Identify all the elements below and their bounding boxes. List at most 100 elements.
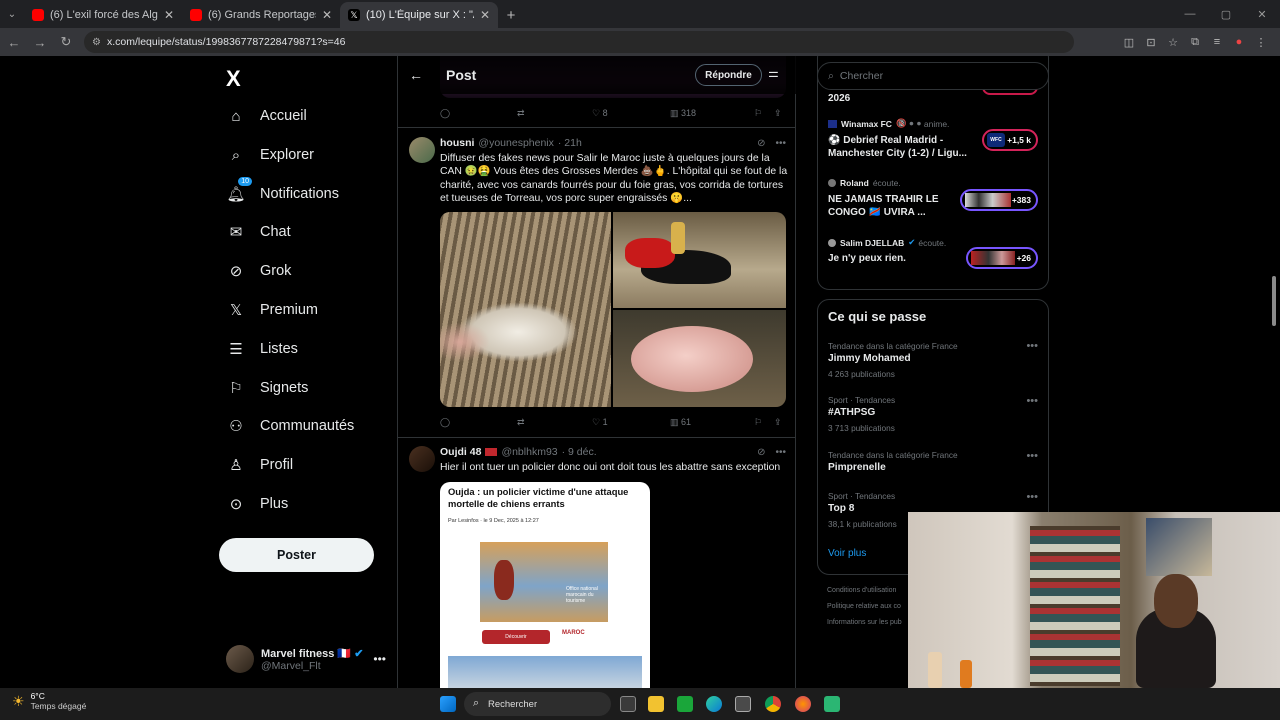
- share-icon[interactable]: ⇪: [774, 108, 782, 119]
- search-input[interactable]: ⌕ Chercher: [817, 62, 1049, 90]
- profile-avatar-icon[interactable]: ●: [1228, 31, 1250, 53]
- see-more-link[interactable]: Voir plus: [828, 548, 866, 559]
- forward-icon[interactable]: →: [28, 30, 52, 54]
- more-icon[interactable]: •••: [1026, 395, 1038, 407]
- space-host[interactable]: Salim DJELLAB ✔ écoute.: [828, 237, 946, 248]
- like-button[interactable]: ♡ 1: [592, 417, 670, 428]
- space-listeners-pill[interactable]: +383: [960, 189, 1038, 211]
- views-button[interactable]: ▥ 61: [670, 417, 754, 428]
- tweet-time[interactable]: · 9 déc.: [562, 446, 597, 458]
- browser-tab-active[interactable]: 𝕏 (10) L'Équipe sur X : "À quelque ✕: [340, 2, 498, 28]
- close-tab-icon[interactable]: ✕: [322, 8, 332, 22]
- reply-button[interactable]: Répondre: [695, 64, 762, 86]
- author-name[interactable]: Oujdi 48: [440, 446, 481, 458]
- file-explorer-icon[interactable]: [648, 696, 664, 712]
- grok-icon[interactable]: ⊘: [757, 138, 765, 149]
- retweet-icon[interactable]: ⇄: [517, 417, 592, 428]
- grok-icon[interactable]: ⊘: [757, 447, 765, 458]
- author-handle[interactable]: @younesphenix: [478, 137, 553, 149]
- bookmark-icon[interactable]: ⚐: [754, 108, 774, 119]
- reload-icon[interactable]: ↻: [54, 30, 78, 54]
- space-title[interactable]: NE JAMAIS TRAHIR LE CONGO 🇨🇩 UVIRA ...: [828, 193, 973, 219]
- space-host[interactable]: Winamax FC 🔞 ● ● anime.: [828, 118, 949, 129]
- browser-tab[interactable]: (6) Grands Reportages - Les esc ✕: [182, 2, 340, 28]
- like-button[interactable]: ♡ 8: [592, 108, 670, 119]
- nav-premium[interactable]: 𝕏 Premium: [226, 295, 318, 325]
- nvidia-icon[interactable]: [677, 696, 693, 712]
- space-listeners-pill[interactable]: +26: [966, 247, 1038, 269]
- nav-bookmarks[interactable]: ⚐ Signets: [226, 373, 308, 403]
- space-title[interactable]: Je n'y peux rien.: [828, 252, 973, 265]
- close-window-icon[interactable]: ✕: [1244, 0, 1280, 28]
- account-switcher[interactable]: Marvel fitness 🇫🇷 ✔ @Marvel_Flt •••: [226, 641, 396, 677]
- views-button[interactable]: ▥ 318: [670, 108, 754, 119]
- more-icon[interactable]: •••: [775, 138, 786, 149]
- minimize-icon[interactable]: —: [1172, 0, 1208, 28]
- more-icon[interactable]: •••: [775, 447, 786, 458]
- tab-search-icon[interactable]: ⌄: [0, 0, 24, 28]
- space-title[interactable]: 2026: [828, 92, 973, 105]
- footer-link[interactable]: Conditions d'utilisation: [827, 587, 896, 594]
- back-arrow-icon[interactable]: ←: [398, 67, 434, 83]
- avatar[interactable]: [409, 446, 435, 472]
- browser-tab[interactable]: (6) L'exil forcé des Algériens en ✕: [24, 2, 182, 28]
- nav-home[interactable]: ⌂ Accueil: [226, 101, 306, 131]
- site-info-icon[interactable]: ⚙: [92, 37, 101, 48]
- nav-chat[interactable]: ✉ Chat: [226, 217, 291, 247]
- share-icon[interactable]: ⇪: [774, 417, 782, 428]
- tweet-media-article[interactable]: Oujda : un policier victime d'une attaqu…: [440, 482, 650, 688]
- more-icon[interactable]: •••: [1026, 450, 1038, 462]
- nav-communities[interactable]: ⚇ Communautés: [226, 411, 354, 441]
- nav-grok[interactable]: ⊘ Grok: [226, 256, 292, 286]
- bookmark-icon[interactable]: ⚐: [754, 417, 774, 428]
- space-title[interactable]: ⚽ Debrief Real Madrid - Manchester City …: [828, 134, 973, 160]
- task-view-icon[interactable]: [620, 696, 636, 712]
- tweet-time[interactable]: · 21h: [558, 137, 582, 149]
- media-photo-goose[interactable]: [440, 212, 611, 407]
- filter-icon[interactable]: ⚌: [768, 66, 779, 80]
- author-handle[interactable]: @nblhkm93: [501, 446, 557, 458]
- reply-icon[interactable]: ◯: [440, 417, 517, 428]
- menu-icon[interactable]: ⋮: [1250, 31, 1272, 53]
- edge-icon[interactable]: [706, 696, 722, 712]
- media-photo-bullfight[interactable]: [613, 212, 786, 308]
- more-icon[interactable]: •••: [1026, 491, 1038, 503]
- nav-explore[interactable]: ⌕ Explorer: [226, 140, 314, 170]
- footer-link[interactable]: Informations sur les pub: [827, 619, 902, 626]
- avatar[interactable]: [409, 137, 435, 163]
- retweet-icon[interactable]: ⇄: [517, 108, 592, 119]
- more-icon[interactable]: •••: [373, 652, 386, 666]
- media-photo-pig[interactable]: [613, 310, 786, 407]
- post-button[interactable]: Poster: [219, 538, 374, 572]
- trend-name[interactable]: #ATHPSG: [828, 407, 875, 418]
- address-bar[interactable]: ⚙ x.com/lequipe/status/19983677872284798…: [84, 31, 1074, 53]
- weather-widget[interactable]: ☀ 6°C Temps dégagé: [12, 691, 86, 711]
- nav-lists[interactable]: ☰ Listes: [226, 334, 298, 364]
- windows-start-icon[interactable]: [440, 696, 456, 712]
- store-icon[interactable]: [735, 696, 751, 712]
- nav-notifications[interactable]: 🔔︎ 10 Notifications: [226, 177, 339, 209]
- author-name[interactable]: housni: [440, 137, 474, 149]
- more-icon[interactable]: •••: [1026, 340, 1038, 352]
- x-logo-icon[interactable]: X: [226, 66, 241, 92]
- close-tab-icon[interactable]: ✕: [480, 8, 490, 22]
- space-host[interactable]: Roland écoute.: [828, 178, 901, 188]
- reading-list-icon[interactable]: ≡: [1206, 31, 1228, 53]
- trend-name[interactable]: Jimmy Mohamed: [828, 353, 911, 364]
- firefox-icon[interactable]: [795, 696, 811, 712]
- taskbar-search[interactable]: ⌕ Rechercher: [464, 692, 611, 716]
- space-listeners-pill[interactable]: WFC +1,5 k: [982, 129, 1038, 151]
- trend-name[interactable]: Top 8: [828, 503, 854, 514]
- cast-icon[interactable]: ◫: [1118, 31, 1140, 53]
- close-tab-icon[interactable]: ✕: [164, 8, 174, 22]
- app-icon[interactable]: [824, 696, 840, 712]
- back-icon[interactable]: ←: [2, 30, 26, 54]
- nav-profile[interactable]: ♙ Profil: [226, 450, 293, 480]
- star-icon[interactable]: ☆: [1162, 31, 1184, 53]
- nav-more[interactable]: ⊙ Plus: [226, 489, 289, 519]
- extensions-icon[interactable]: ⧉: [1184, 31, 1206, 53]
- scrollbar-thumb[interactable]: [1272, 276, 1276, 326]
- footer-link[interactable]: Politique relative aux co: [827, 603, 901, 610]
- reply-icon[interactable]: ◯: [440, 108, 517, 119]
- maximize-icon[interactable]: ▢: [1208, 0, 1244, 28]
